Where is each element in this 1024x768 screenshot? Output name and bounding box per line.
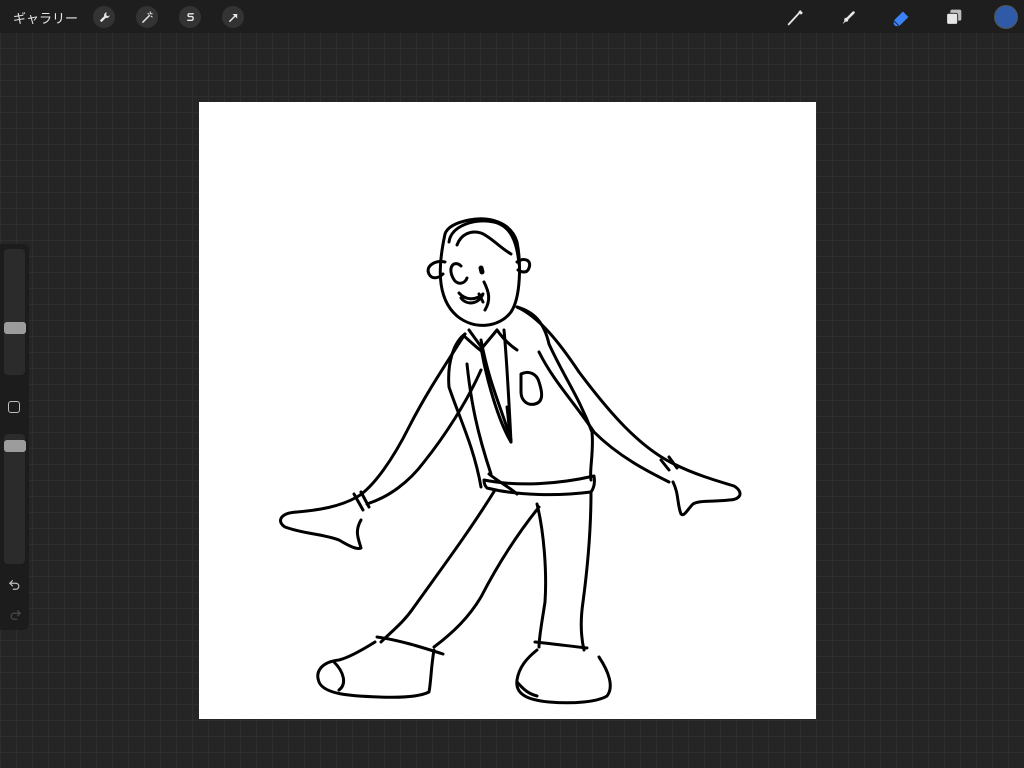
brush-icon[interactable] — [784, 5, 808, 29]
color-picker-swatch[interactable] — [995, 6, 1017, 28]
smudge-icon[interactable] — [837, 5, 861, 29]
magic-wand-icon[interactable] — [136, 6, 158, 28]
drawing-canvas[interactable] — [199, 102, 816, 719]
eraser-icon[interactable] — [890, 5, 914, 29]
brush-size-slider[interactable] — [4, 249, 25, 375]
opacity-thumb[interactable] — [4, 440, 26, 452]
transform-arrow-icon[interactable] — [222, 6, 244, 28]
layers-icon[interactable] — [942, 5, 966, 29]
left-sidebar — [0, 244, 29, 630]
undo-icon[interactable] — [7, 578, 23, 592]
top-toolbar: ギャラリー — [0, 0, 1024, 33]
modify-button[interactable] — [8, 401, 20, 413]
redo-icon[interactable] — [7, 608, 23, 622]
opacity-slider[interactable] — [4, 434, 25, 564]
gallery-button[interactable]: ギャラリー — [13, 8, 78, 27]
man-in-suit-drawing — [279, 217, 742, 705]
wrench-icon[interactable] — [93, 6, 115, 28]
selection-s-icon[interactable] — [179, 6, 201, 28]
brush-size-thumb[interactable] — [4, 322, 26, 334]
